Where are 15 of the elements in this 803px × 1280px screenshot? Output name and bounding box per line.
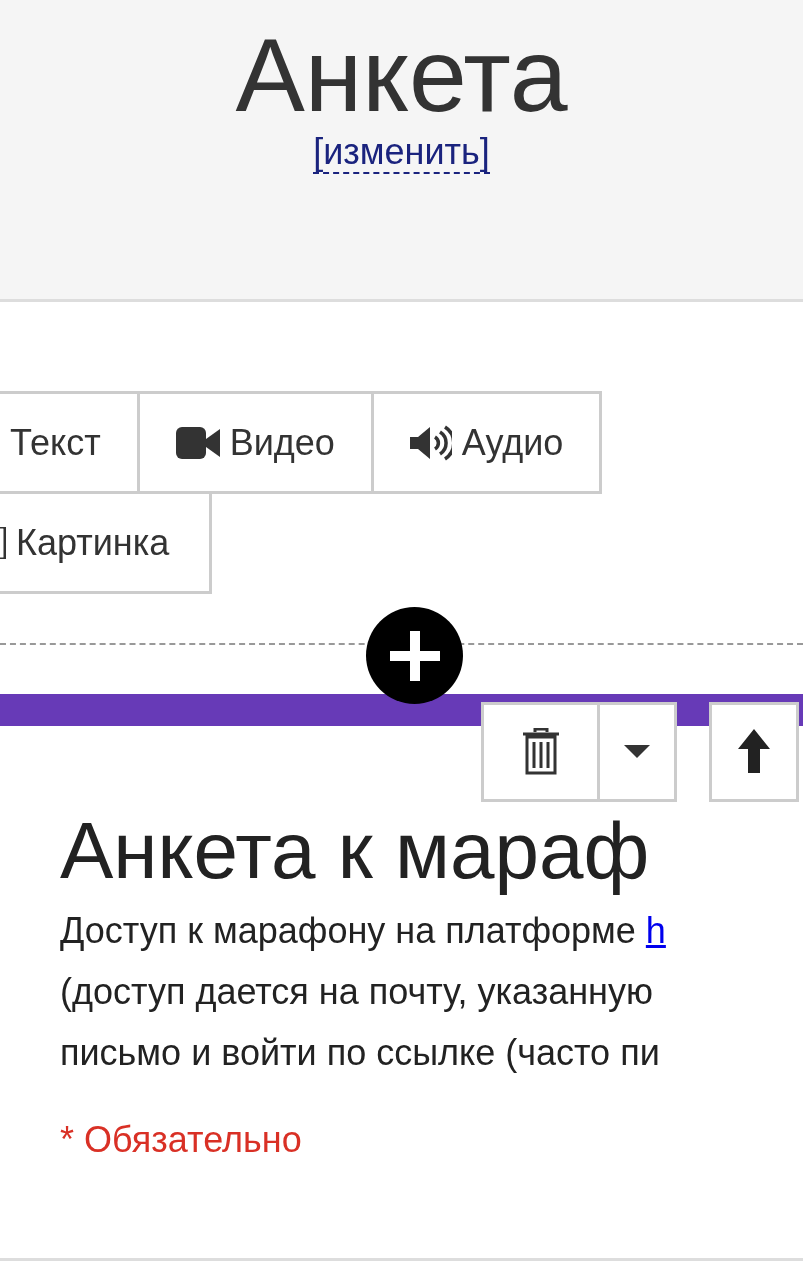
video-camera-icon xyxy=(175,426,220,459)
edit-link[interactable]: [изменить] xyxy=(313,131,490,175)
form-title: Анкета к мараф xyxy=(60,805,650,897)
delete-button[interactable] xyxy=(481,702,600,802)
platform-link[interactable]: h xyxy=(645,910,666,951)
page-title: Анкета xyxy=(234,18,569,133)
insert-image-button[interactable]: Картинка xyxy=(0,491,213,594)
move-up-button[interactable] xyxy=(709,702,799,802)
speaker-icon xyxy=(409,424,452,461)
trash-icon xyxy=(520,728,561,776)
up-arrow-icon xyxy=(738,729,770,775)
form-description: Доступ к марафону на платформе h (доступ дается на почту, указанную письмо и войти по ссылке (часто пи xyxy=(59,909,667,1075)
plus-icon xyxy=(389,630,440,681)
required-note: * Обязательно xyxy=(59,1118,303,1162)
caret-icon xyxy=(624,745,650,759)
